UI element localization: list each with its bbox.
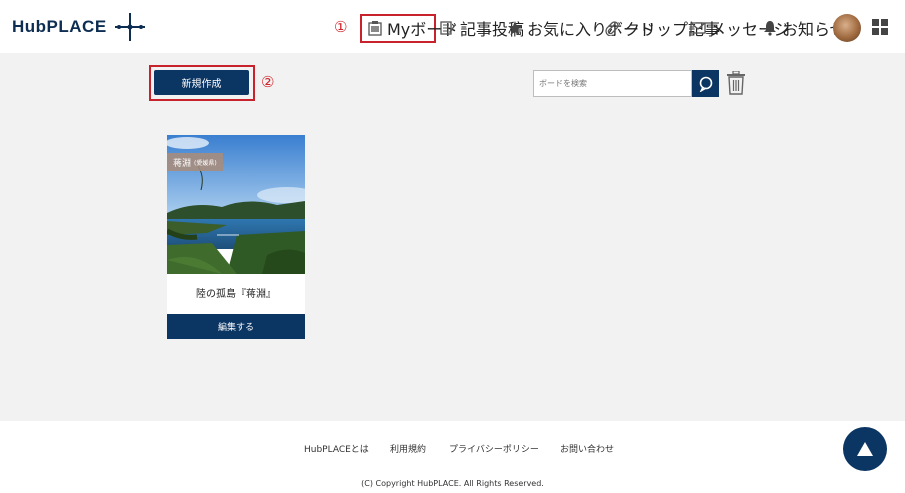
footer-link-about[interactable]: HubPLACEとは	[304, 442, 369, 455]
location-tag-name: 蒋淵	[173, 158, 192, 169]
bell-icon	[764, 21, 776, 36]
footer-link-contact[interactable]: お問い合わせ	[560, 442, 614, 455]
header: HubPLACE ① Myボード 記事投稿 お気に入りボード クリップ記事 メッ…	[0, 0, 905, 53]
paperclip-icon	[605, 21, 619, 36]
trash-icon[interactable]	[726, 71, 746, 95]
board-card[interactable]: 蒋淵 (愛媛県) 陸の孤島『蒋淵』 編集する	[167, 135, 305, 339]
board-card-photo[interactable]: 蒋淵 (愛媛県)	[167, 135, 305, 274]
edit-icon	[440, 21, 456, 35]
footer: HubPLACEとは 利用規約 プライバシーポリシー お問い合わせ (C) Co…	[0, 421, 905, 493]
annotation-marker-2: ②	[261, 73, 275, 91]
grid-menu-icon[interactable]	[872, 19, 888, 35]
hubplace-logo[interactable]: HubPLACE	[12, 12, 147, 42]
board-card-title[interactable]: 陸の孤島『蒋淵』	[167, 285, 305, 300]
search-button[interactable]	[692, 70, 719, 97]
star-icon	[508, 21, 522, 35]
triangle-up-icon	[857, 442, 873, 456]
location-tag-prefecture: (愛媛県)	[194, 159, 217, 167]
mail-icon	[690, 22, 706, 34]
location-tag: 蒋淵 (愛媛県)	[167, 153, 223, 171]
create-new-button[interactable]: 新規作成	[154, 70, 249, 95]
user-avatar[interactable]	[833, 14, 861, 42]
scroll-to-top-button[interactable]	[843, 427, 887, 471]
footer-link-terms[interactable]: 利用規約	[390, 442, 426, 455]
annotation-marker-1: ①	[334, 18, 348, 36]
logo-text: HubPLACE	[12, 17, 107, 36]
clipboard-icon	[368, 21, 382, 36]
board-search-input[interactable]	[533, 70, 692, 97]
copyright-text: (C) Copyright HubPLACE. All Rights Reser…	[361, 479, 544, 488]
search-bubble-icon	[699, 76, 712, 92]
edit-board-button[interactable]: 編集する	[167, 314, 305, 339]
logo-mark-icon	[114, 13, 145, 41]
footer-link-privacy[interactable]: プライバシーポリシー	[449, 442, 539, 455]
